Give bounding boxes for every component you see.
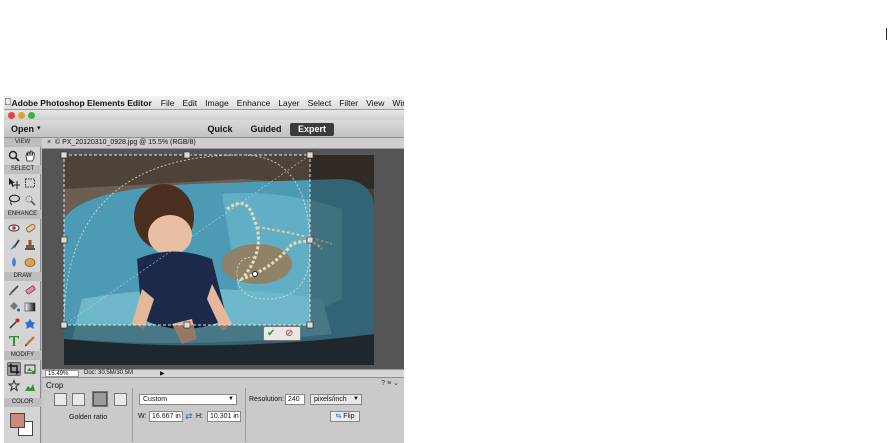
menu-enhance[interactable]: Enhance <box>237 98 271 108</box>
section-draw: DRAW <box>4 272 41 281</box>
menu-image[interactable]: Image <box>205 98 229 108</box>
blur-tool-icon[interactable] <box>7 255 21 269</box>
eyedropper-tool-icon[interactable] <box>7 317 21 331</box>
mode-guided[interactable]: Guided <box>248 123 284 136</box>
close-window-button[interactable] <box>8 112 15 119</box>
overlay-grid-icon[interactable] <box>72 393 85 406</box>
recompose-tool-icon[interactable] <box>23 362 37 376</box>
tool-options-title: Crop <box>46 381 64 390</box>
toolbox: VIEW SELECT ENHANCE DRAW MODIFY COLOR <box>4 138 41 443</box>
flip-icon: ⇆ <box>335 413 342 420</box>
menu-file[interactable]: File <box>161 98 175 108</box>
open-button[interactable]: Open <box>11 124 34 134</box>
app-menu[interactable]: Adobe Photoshop Elements Editor <box>12 98 152 108</box>
mode-quick[interactable]: Quick <box>204 123 236 136</box>
lasso-tool-icon[interactable] <box>7 193 21 207</box>
apple-icon[interactable]:  <box>4 97 12 108</box>
cookie-cutter-tool-icon[interactable] <box>7 379 21 393</box>
menu-bar:  Adobe Photoshop Elements Editor File E… <box>4 96 404 110</box>
mode-expert[interactable]: Expert <box>290 123 334 136</box>
open-dropdown-icon[interactable]: ▾ <box>37 124 41 132</box>
options-divider <box>132 388 133 442</box>
photo-image <box>42 149 404 369</box>
resolution-units-value: pixels/inch <box>314 396 347 403</box>
menu-select[interactable]: Select <box>308 98 332 108</box>
zoom-level-field[interactable]: 15.49% <box>45 370 79 377</box>
status-bar: 15.49% Doc: 30.5M/30.5M ▶ <box>42 369 404 377</box>
height-field[interactable]: 10.301 in <box>207 411 241 422</box>
section-color: COLOR <box>4 398 41 407</box>
overlay-label: Golden ratio <box>69 414 108 421</box>
menu-edit[interactable]: Edit <box>182 98 197 108</box>
straighten-tool-icon[interactable] <box>23 379 37 393</box>
resolution-units-select[interactable]: pixels/inch ▼ <box>310 394 362 405</box>
section-enhance: ENHANCE <box>4 210 41 219</box>
section-select: SELECT <box>4 165 41 174</box>
swap-dimensions-icon[interactable]: ⇄ <box>185 411 193 422</box>
window-title-bar <box>4 110 404 120</box>
document-size: Doc: 30.5M/30.5M <box>84 370 134 376</box>
photoshop-elements-window:  Adobe Photoshop Elements Editor File E… <box>4 96 404 443</box>
height-label: H: <box>196 413 203 420</box>
section-modify: MODIFY <box>4 351 41 360</box>
chevron-down-icon: ▼ <box>228 396 234 402</box>
document-tab-title: © PX_20120310_0928.jpg @ 15.5% (RGB/8) <box>55 139 196 146</box>
gradient-tool-icon[interactable] <box>23 300 37 314</box>
cancel-crop-icon[interactable]: ⊘ <box>285 328 293 339</box>
document-tab[interactable]: × © PX_20120310_0928.jpg @ 15.5% (RGB/8) <box>42 138 404 149</box>
width-field[interactable]: 16.667 in <box>149 411 183 422</box>
overlay-golden-ratio-icon[interactable] <box>92 391 108 407</box>
commit-crop-icon[interactable]: ✔ <box>267 328 275 339</box>
hand-tool-icon[interactable] <box>23 149 37 163</box>
red-eye-tool-icon[interactable] <box>7 221 21 235</box>
paint-bucket-tool-icon[interactable] <box>7 300 21 314</box>
quick-selection-tool-icon[interactable] <box>23 193 37 207</box>
overlay-none-icon[interactable] <box>54 393 67 406</box>
marquee-tool-icon[interactable] <box>23 176 37 190</box>
mode-bar: Open ▾ Quick Guided Expert <box>4 120 404 138</box>
panel-menu-icons[interactable]: ? ≡ ⌄ <box>381 379 399 387</box>
brush-tool-icon[interactable] <box>7 283 21 297</box>
crop-preset-value: Custom <box>143 396 168 403</box>
options-divider <box>245 388 246 442</box>
foreground-color-swatch[interactable] <box>10 413 25 428</box>
minimize-window-button[interactable] <box>18 112 25 119</box>
menu-view[interactable]: View <box>366 98 384 108</box>
flip-button[interactable]: ⇆ Flip <box>330 411 360 422</box>
move-tool-icon[interactable] <box>7 176 21 190</box>
flip-label: Flip <box>343 413 355 420</box>
chevron-down-icon: ▼ <box>353 396 359 402</box>
status-menu-icon[interactable]: ▶ <box>160 370 165 377</box>
close-tab-icon[interactable]: × <box>47 139 51 146</box>
overlay-rule-of-thirds-icon[interactable] <box>114 393 127 406</box>
spot-healing-tool-icon[interactable] <box>23 221 37 235</box>
window-edge-mark <box>886 28 887 40</box>
width-label: W: <box>138 413 147 420</box>
zoom-window-button[interactable] <box>28 112 35 119</box>
sponge-tool-icon[interactable] <box>23 255 37 269</box>
zoom-tool-icon[interactable] <box>7 149 21 163</box>
menu-filter[interactable]: Filter <box>339 98 358 108</box>
type-tool-icon[interactable] <box>7 334 21 348</box>
pencil-tool-icon[interactable] <box>23 334 37 348</box>
custom-shape-tool-icon[interactable] <box>23 317 37 331</box>
crop-tool-icon[interactable] <box>7 362 21 376</box>
section-view: VIEW <box>4 138 41 147</box>
crop-commit-controls: ✔ ⊘ <box>263 326 301 341</box>
eraser-tool-icon[interactable] <box>23 283 37 297</box>
crop-preset-select[interactable]: Custom ▼ <box>139 394 237 405</box>
menu-window[interactable]: Window <box>392 98 404 108</box>
smart-brush-tool-icon[interactable] <box>7 238 21 252</box>
resolution-field[interactable]: 240 <box>285 394 305 405</box>
menu-layer[interactable]: Layer <box>278 98 299 108</box>
image-canvas[interactable]: ✔ ⊘ <box>42 149 404 369</box>
resolution-label: Resolution: <box>249 396 285 403</box>
tool-options-panel: Crop ? ≡ ⌄ Golden ratio Custom ▼ W: 16.6… <box>42 377 404 443</box>
clone-stamp-tool-icon[interactable] <box>23 238 37 252</box>
